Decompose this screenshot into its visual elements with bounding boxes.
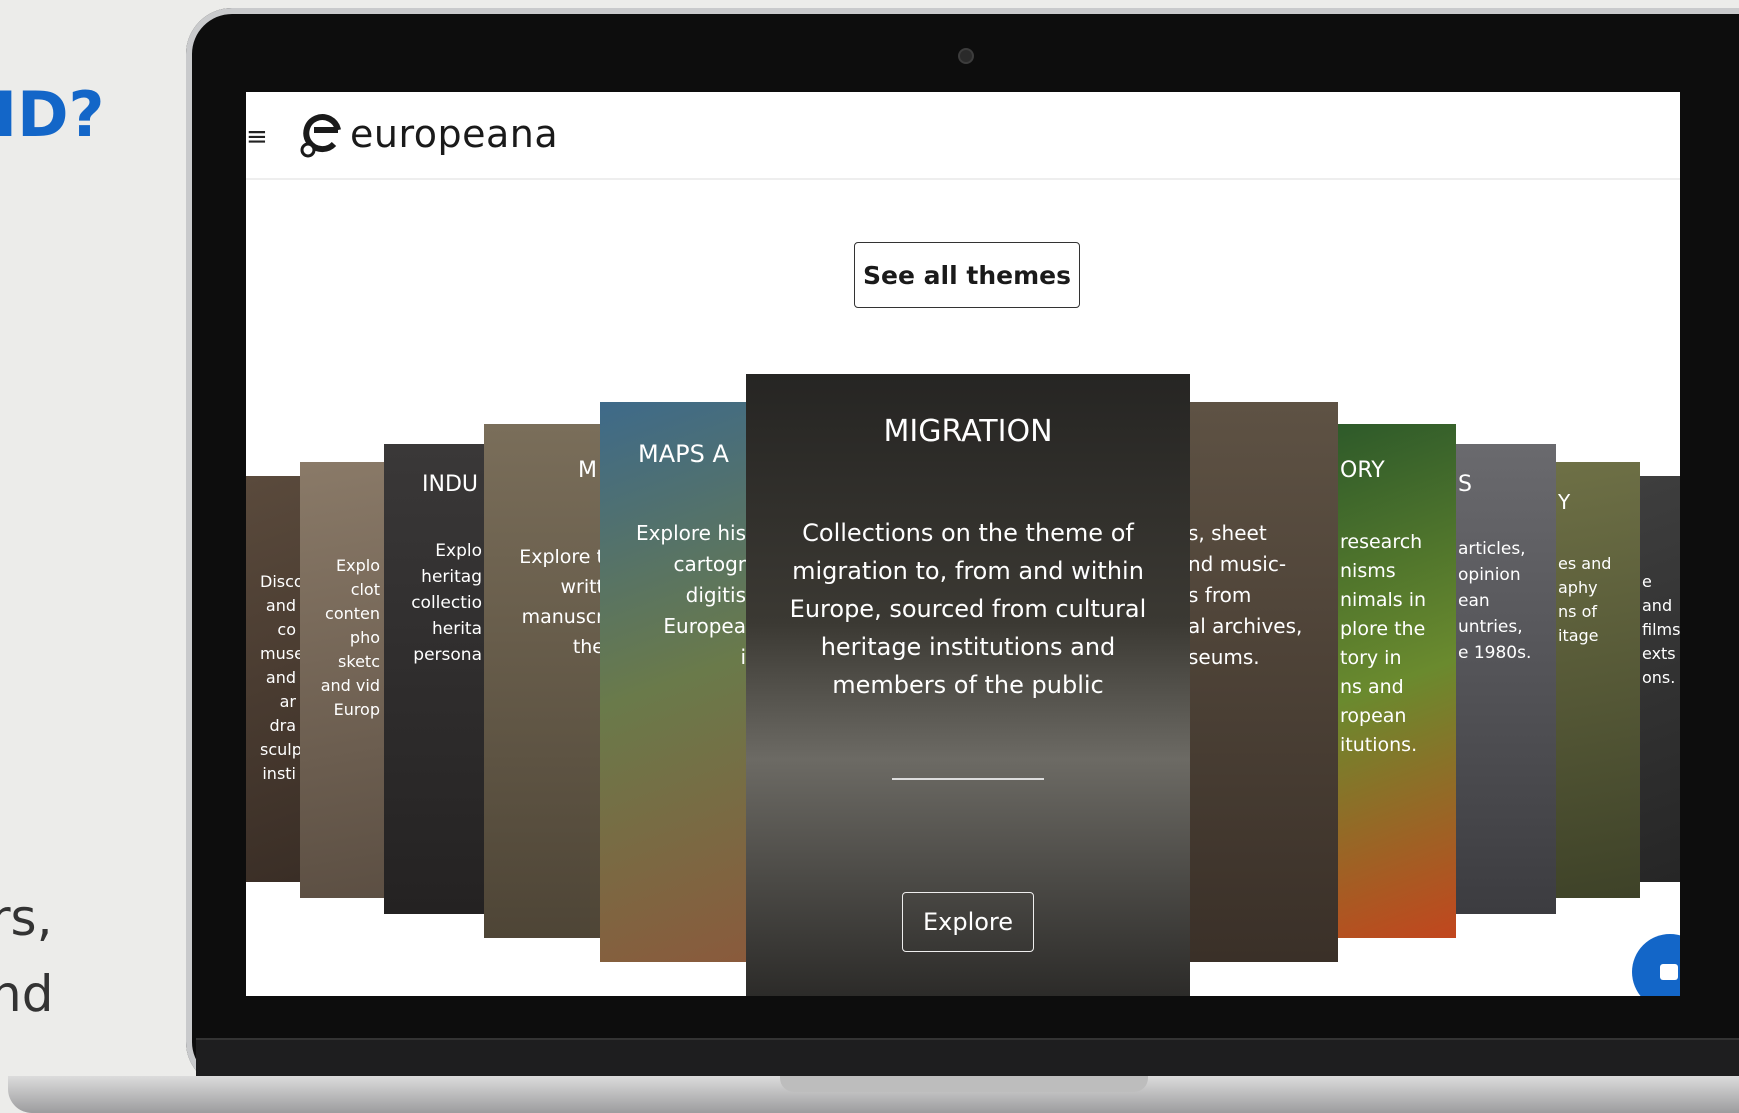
theme-card-manuscripts[interactable]: M Explore t writt manuscr the <box>484 424 606 938</box>
section-body: rs, nd <box>0 880 53 1032</box>
theme-card-music[interactable]: s, sheet nd music- s from al archives, s… <box>1188 402 1338 962</box>
card-text: digitis <box>685 583 746 607</box>
divider <box>892 778 1044 780</box>
card-text: and ar <box>265 668 296 711</box>
card-title: ORY <box>1340 458 1385 483</box>
body-line: rs, <box>0 889 53 947</box>
card-text: ean <box>1458 591 1490 611</box>
card-text: Europ <box>333 700 380 719</box>
card-text: clot <box>350 580 380 599</box>
card-text: opinion <box>1458 565 1521 585</box>
card-text: untries, <box>1458 617 1523 637</box>
site-logo-text[interactable]: europeana <box>350 112 558 156</box>
card-text: tory in <box>1340 647 1402 669</box>
card-text: manuscr <box>521 606 604 628</box>
explore-button[interactable]: Explore <box>902 892 1034 952</box>
chat-button[interactable] <box>1632 934 1680 996</box>
card-text: dra <box>269 716 296 735</box>
theme-card-maps[interactable]: MAPS A Explore his cartogr digitis Europ… <box>600 402 750 962</box>
theme-card-newspapers[interactable]: S articles, opinion ean untries, e 1980s… <box>1456 444 1556 914</box>
card-text: writt <box>560 576 604 598</box>
europeana-logo-icon[interactable] <box>298 108 346 160</box>
card-text: insti <box>262 764 296 783</box>
card-text: s, sheet <box>1188 521 1267 545</box>
card-text: and <box>265 596 296 615</box>
card-title: MIGRATION <box>883 414 1053 449</box>
chat-icon <box>1660 964 1678 980</box>
laptop-notch <box>780 1076 1148 1092</box>
card-text: Explore his <box>635 521 746 545</box>
card-title: M <box>578 458 597 483</box>
card-text: pho <box>349 628 380 647</box>
card-text: es and <box>1558 554 1612 573</box>
see-all-themes-button[interactable]: See all themes <box>854 242 1080 308</box>
card-title: S <box>1458 472 1472 497</box>
card-title: INDU <box>422 472 478 497</box>
card-title: Y <box>1558 490 1571 514</box>
card-text: aphy <box>1558 578 1598 597</box>
card-text: e 1980s. <box>1458 643 1532 663</box>
card-text: and vid <box>320 676 380 695</box>
card-text: collectio <box>411 593 482 613</box>
laptop-bezel <box>196 1038 1739 1078</box>
card-text: nimals in <box>1340 589 1427 611</box>
card-text: Explo <box>336 556 380 575</box>
card-text: ropean <box>1340 705 1407 727</box>
theme-card-natural-history[interactable]: ORY research nisms nimals in plore the t… <box>1338 424 1456 938</box>
card-description: Collections on the theme of migration to… <box>789 519 1147 699</box>
site-header: ≡ europeana <box>246 92 1680 180</box>
section-heading: ID? <box>0 78 105 151</box>
card-text: al archives, <box>1188 614 1303 638</box>
theme-card-migration[interactable]: MIGRATION Collections on the theme of mi… <box>746 374 1190 996</box>
card-text: sculptu <box>260 740 300 759</box>
card-text: the <box>572 636 604 658</box>
card-text: co <box>277 620 296 639</box>
camera-icon <box>958 48 974 64</box>
card-text: nisms <box>1340 560 1396 582</box>
card-text: itutions. <box>1340 734 1418 756</box>
theme-card-industrial[interactable]: INDU Explo heritag collectio herita pers… <box>384 444 484 914</box>
card-text: Europea <box>663 614 746 638</box>
card-text: ons. <box>1642 668 1676 687</box>
card-text: Disco <box>260 572 300 591</box>
card-text: articles, <box>1458 539 1526 559</box>
card-text: research <box>1340 531 1423 553</box>
card-text: seums. <box>1188 645 1260 669</box>
theme-card[interactable]: e and films, exts ons. <box>1640 476 1680 882</box>
card-text: films, <box>1642 620 1680 639</box>
card-title: MAPS A <box>638 440 729 468</box>
card-text: heritag <box>421 567 482 587</box>
card-text: itage <box>1558 626 1599 645</box>
card-text: ns and <box>1340 676 1404 698</box>
card-text: ns of <box>1558 602 1597 621</box>
card-text: Explo <box>435 541 482 561</box>
card-text: e and <box>1642 572 1673 615</box>
card-text: muse <box>260 644 300 663</box>
theme-card[interactable]: Explo clot conten pho sketc and vid Euro… <box>300 462 384 898</box>
card-text: conten <box>325 604 380 623</box>
hamburger-icon[interactable]: ≡ <box>246 122 268 152</box>
card-text: Explore t <box>519 546 604 568</box>
theme-card[interactable]: Y es and aphy ns of itage <box>1556 462 1640 898</box>
card-text: s from <box>1188 583 1252 607</box>
card-text: persona <box>413 645 482 665</box>
browser-screen: ≡ europeana See all themes Disco and co … <box>246 92 1680 996</box>
card-text: cartogr <box>673 552 746 576</box>
body-line: nd <box>0 965 54 1023</box>
card-text: i <box>740 645 746 669</box>
theme-card[interactable]: Disco and co muse and ar dra sculptu ins… <box>246 476 300 882</box>
card-text: plore the <box>1340 618 1426 640</box>
card-text: nd music- <box>1188 552 1287 576</box>
card-text: herita <box>431 619 482 639</box>
card-text: exts <box>1642 644 1676 663</box>
card-text: sketc <box>338 652 380 671</box>
